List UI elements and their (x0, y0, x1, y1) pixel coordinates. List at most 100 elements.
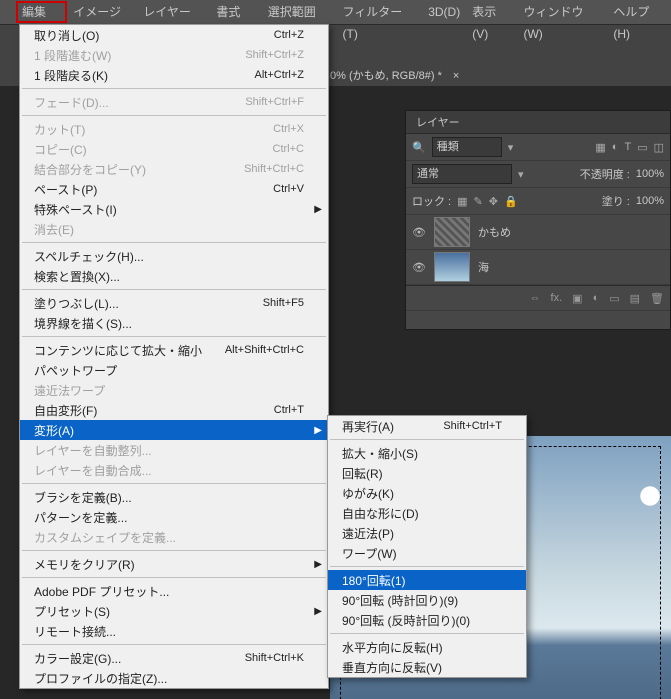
kind-dropdown-arrow[interactable]: ▾ (508, 141, 514, 154)
link-icon[interactable]: ⇔ (530, 292, 541, 304)
filter-type-icon[interactable]: T (624, 141, 631, 154)
opacity-value[interactable]: 100% (636, 168, 664, 180)
lock-trans-icon[interactable]: ▦ (457, 195, 467, 208)
menu-define-pattern[interactable]: パターンを定義... (20, 507, 328, 527)
menubar-window[interactable]: ウィンドウ(W) (517, 1, 607, 23)
submenu-flip-h[interactable]: 水平方向に反転(H) (328, 637, 526, 657)
mask-icon[interactable]: ▣ (572, 292, 582, 305)
blend-mode-select[interactable]: 通常 (412, 164, 512, 184)
trash-icon[interactable]: 🗑 (650, 292, 664, 305)
menu-step-forward[interactable]: 1 段階進む(W)Shift+Ctrl+Z (20, 45, 328, 65)
lock-move-icon[interactable]: ✥ (489, 195, 498, 208)
menubar-type[interactable]: 書式(Y) (210, 1, 261, 23)
menu-auto-align[interactable]: レイヤーを自動整列... (20, 440, 328, 460)
menu-cut[interactable]: カット(T)Ctrl+X (20, 119, 328, 139)
menu-separator (330, 439, 524, 440)
submenu-arrow-icon: ▶ (314, 559, 322, 570)
submenu-flip-v[interactable]: 垂直方向に反転(V) (328, 657, 526, 677)
layer-row[interactable]: 👁 かもめ (406, 215, 670, 250)
fill-value[interactable]: 100% (636, 195, 664, 207)
menu-find-replace[interactable]: 検索と置換(X)... (20, 266, 328, 286)
menubar-edit[interactable]: 編集(E) (16, 1, 67, 23)
menu-stroke[interactable]: 境界線を描く(S)... (20, 313, 328, 333)
visibility-icon[interactable]: 👁 (412, 261, 426, 274)
seagull-graphic (626, 476, 666, 516)
menubar-view[interactable]: 表示(V) (466, 1, 517, 23)
menubar-3d[interactable]: 3D(D) (422, 1, 466, 23)
menu-paste[interactable]: ペースト(P)Ctrl+V (20, 179, 328, 199)
layer-thumb[interactable] (434, 252, 470, 282)
menubar-layer[interactable]: レイヤー(L) (137, 1, 210, 23)
lock-paint-icon[interactable]: ✎ (474, 195, 483, 208)
layer-name[interactable]: かもめ (478, 224, 511, 240)
menu-purge[interactable]: メモリをクリア(R)▶ (20, 554, 328, 574)
menu-copy-merged[interactable]: 結合部分をコピー(Y)Shift+Ctrl+C (20, 159, 328, 179)
menu-copy[interactable]: コピー(C)Ctrl+C (20, 139, 328, 159)
menu-perspective-warp[interactable]: 遠近法ワープ (20, 380, 328, 400)
edit-menu: 取り消し(O)Ctrl+Z 1 段階進む(W)Shift+Ctrl+Z 1 段階… (19, 24, 329, 689)
filter-icon[interactable]: 🔍 (412, 141, 426, 154)
submenu-scale[interactable]: 拡大・縮小(S) (328, 443, 526, 463)
submenu-again[interactable]: 再実行(A)Shift+Ctrl+T (328, 416, 526, 436)
new-layer-icon[interactable]: ▤ (630, 292, 640, 305)
menu-define-brush[interactable]: ブラシを定義(B)... (20, 487, 328, 507)
menu-undo[interactable]: 取り消し(O)Ctrl+Z (20, 25, 328, 45)
submenu-rotate-cw[interactable]: 90°回転 (時計回り)(9) (328, 590, 526, 610)
menu-separator (330, 566, 524, 567)
submenu-perspective[interactable]: 遠近法(P) (328, 523, 526, 543)
submenu-skew[interactable]: ゆがみ(K) (328, 483, 526, 503)
filter-shape-icon[interactable]: ▭ (637, 141, 647, 154)
menu-bar: 編集(E) イメージ(I) レイヤー(L) 書式(Y) 選択範囲(S) フィルタ… (0, 0, 671, 24)
submenu-arrow-icon: ▶ (314, 606, 322, 617)
visibility-icon[interactable]: 👁 (412, 226, 426, 239)
document-tab[interactable]: 0% (かもめ, RGB/8#) * (330, 70, 442, 82)
menubar-select[interactable]: 選択範囲(S) (262, 1, 337, 23)
submenu-arrow-icon: ▶ (314, 204, 322, 215)
menu-pdf-presets[interactable]: Adobe PDF プリセット... (20, 581, 328, 601)
menu-spellcheck[interactable]: スペルチェック(H)... (20, 246, 328, 266)
layer-name[interactable]: 海 (478, 259, 489, 275)
layers-tab[interactable]: レイヤー (416, 114, 460, 130)
menu-clear[interactable]: 消去(E) (20, 219, 328, 239)
menu-separator (330, 633, 524, 634)
menu-content-aware-scale[interactable]: コンテンツに応じて拡大・縮小Alt+Shift+Ctrl+C (20, 340, 328, 360)
menu-free-transform[interactable]: 自由変形(F)Ctrl+T (20, 400, 328, 420)
close-icon[interactable]: × (453, 70, 459, 82)
menu-separator (22, 289, 326, 290)
menu-puppet-warp[interactable]: パペットワープ (20, 360, 328, 380)
menu-assign-profile[interactable]: プロファイルの指定(Z)... (20, 668, 328, 688)
menu-auto-blend[interactable]: レイヤーを自動合成... (20, 460, 328, 480)
menu-separator (22, 550, 326, 551)
menu-fade[interactable]: フェード(D)...Shift+Ctrl+F (20, 92, 328, 112)
menubar-image[interactable]: イメージ(I) (67, 1, 137, 23)
submenu-rotate-180[interactable]: 180°回転(1) (328, 570, 526, 590)
layer-row[interactable]: 👁 海 (406, 250, 670, 285)
menu-remote-connect[interactable]: リモート接続... (20, 621, 328, 641)
filter-smart-icon[interactable]: ◫ (654, 141, 664, 154)
lock-all-icon[interactable]: 🔒 (504, 195, 518, 208)
menu-presets[interactable]: プリセット(S)▶ (20, 601, 328, 621)
filter-adjust-icon[interactable]: ◐ (612, 141, 619, 154)
menubar-filter[interactable]: フィルター(T) (337, 1, 423, 23)
adjust-icon[interactable]: ◐ (593, 292, 600, 304)
fx-icon[interactable]: fx. (551, 292, 563, 304)
menu-step-backward[interactable]: 1 段階戻る(K)Alt+Ctrl+Z (20, 65, 328, 85)
layer-thumb[interactable] (434, 217, 470, 247)
menu-define-shape[interactable]: カスタムシェイプを定義... (20, 527, 328, 547)
submenu-warp[interactable]: ワープ(W) (328, 543, 526, 563)
submenu-rotate[interactable]: 回転(R) (328, 463, 526, 483)
fill-label: 塗り : (602, 193, 630, 209)
menu-fill[interactable]: 塗りつぶし(L)...Shift+F5 (20, 293, 328, 313)
menubar-help[interactable]: ヘルプ(H) (607, 1, 671, 23)
menu-separator (22, 483, 326, 484)
menu-color-settings[interactable]: カラー設定(G)...Shift+Ctrl+K (20, 648, 328, 668)
submenu-arrow-icon: ▶ (314, 425, 322, 436)
blend-dropdown-arrow[interactable]: ▾ (518, 168, 524, 181)
submenu-distort[interactable]: 自由な形に(D) (328, 503, 526, 523)
group-icon[interactable]: ▭ (609, 292, 619, 305)
submenu-rotate-ccw[interactable]: 90°回転 (反時計回り)(0) (328, 610, 526, 630)
filter-pixel-icon[interactable]: ▦ (595, 141, 605, 154)
menu-transform[interactable]: 変形(A)▶ (20, 420, 328, 440)
menu-paste-special[interactable]: 特殊ペースト(I)▶ (20, 199, 328, 219)
layer-kind-select[interactable]: 種類 (432, 137, 502, 157)
